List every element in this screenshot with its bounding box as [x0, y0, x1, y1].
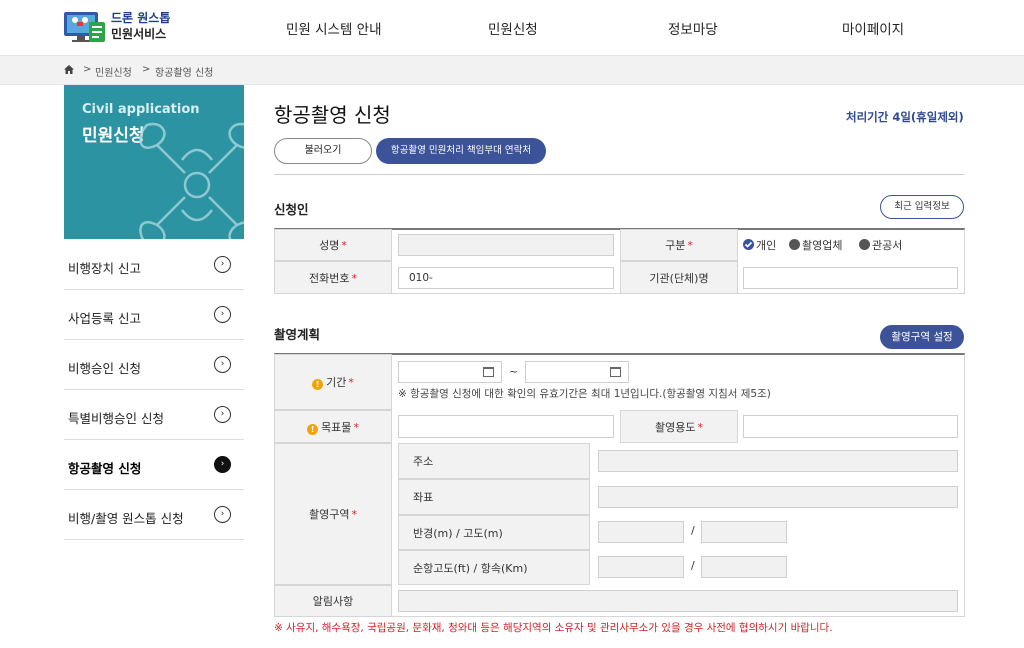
cruise-altitude-field[interactable]: [598, 556, 684, 578]
sidebar-item-special-flight[interactable]: 특별비행승인 신청 ›: [64, 390, 244, 440]
name-field[interactable]: [398, 234, 614, 256]
section-title-plan: 촬영계획: [274, 327, 321, 342]
header: 드론 원스톱 민원서비스 민원 시스템 안내 민원신청 정보마당 마이페이지: [0, 0, 1024, 56]
calendar-icon[interactable]: [610, 367, 621, 377]
end-date-field[interactable]: [525, 361, 629, 383]
arrow-circle-icon: ›: [214, 506, 231, 523]
arrow-circle-icon: ›: [214, 456, 231, 473]
radio-individual[interactable]: 개인: [743, 237, 776, 253]
sidebar-item-device-report[interactable]: 비행장치 신고 ›: [64, 240, 244, 290]
notice-field[interactable]: [398, 590, 958, 612]
load-button[interactable]: 불러오기: [274, 138, 372, 164]
coord-label: 좌표: [398, 479, 590, 515]
radio-icon: [859, 239, 870, 250]
drone-outline-icon: [139, 122, 244, 239]
recent-info-button[interactable]: 최근 입력정보: [880, 195, 964, 219]
sidebar-item-label: 비행장치 신고: [68, 261, 141, 276]
breadcrumb: > 민원신청 > 항공촬영 신청: [0, 56, 1024, 85]
sidebar-item-aerial-photo[interactable]: 항공촬영 신청 ›: [64, 440, 244, 490]
processing-period: 처리기간 4일(휴일제외): [846, 110, 964, 124]
arrow-circle-icon: ›: [214, 356, 231, 373]
sidebar-item-label: 비행/촬영 원스톱 신청: [68, 511, 184, 526]
nav-mypage[interactable]: 마이페이지: [842, 18, 904, 38]
radio-icon: [789, 239, 800, 250]
contact-button[interactable]: 항공촬영 민원처리 책임부대 연락처: [376, 138, 546, 164]
drone-monitor-icon: [63, 8, 107, 44]
section-title-applicant: 신청인: [274, 202, 309, 217]
cruise-speed-label: 순항고도(ft) / 항속(Km): [398, 550, 590, 585]
logo-subtitle: 민원서비스: [111, 27, 167, 41]
separator: /: [691, 524, 695, 537]
phone-label: 전화번호 *: [274, 261, 392, 294]
phone-field[interactable]: 010-: [398, 267, 614, 289]
address-field[interactable]: [598, 450, 958, 472]
org-field[interactable]: [743, 267, 958, 289]
warning-icon: !: [312, 379, 324, 390]
arrow-circle-icon: ›: [214, 406, 231, 423]
sidebar-item-label: 항공촬영 신청: [68, 461, 142, 476]
separator: /: [691, 559, 695, 572]
chevron-right-icon: >: [83, 64, 92, 75]
nav-application[interactable]: 민원신청: [488, 18, 538, 38]
period-note: ※ 항공촬영 신청에 대한 확인의 유효기간은 최대 1년입니다.(항공촬영 지…: [398, 388, 771, 400]
calendar-icon[interactable]: [483, 367, 494, 377]
sidebar-item-business-register[interactable]: 사업등록 신고 ›: [64, 290, 244, 340]
arrow-circle-icon: ›: [214, 306, 231, 323]
nav-system-guide[interactable]: 민원 시스템 안내: [286, 18, 382, 38]
purpose-label: 촬영용도 *: [620, 410, 738, 443]
name-label: 성명 *: [274, 229, 392, 261]
sidebar-item-label: 특별비행승인 신청: [68, 411, 164, 426]
divider: [274, 174, 964, 175]
logo-title: 드론 원스톱: [111, 11, 171, 25]
nav-info[interactable]: 정보마당: [668, 18, 718, 38]
period-label: ! 기간 *: [274, 354, 392, 410]
radius-field[interactable]: [598, 521, 684, 543]
chevron-right-icon: >: [142, 64, 151, 75]
sidebar-item-label: 사업등록 신고: [68, 311, 141, 326]
check-circle-icon: [743, 239, 754, 250]
radio-company[interactable]: 촬영업체: [789, 237, 842, 253]
set-area-button[interactable]: 촬영구역 설정: [880, 325, 964, 349]
breadcrumb-item[interactable]: 민원신청: [95, 64, 132, 79]
area-label: 촬영구역 *: [274, 443, 392, 585]
radius-altitude-label: 반경(m) / 고도(m): [398, 515, 590, 550]
date-range-separator: ~: [509, 365, 519, 378]
altitude-field[interactable]: [701, 521, 787, 543]
purpose-field[interactable]: [743, 415, 958, 438]
notice-label: 알림사항: [274, 585, 392, 617]
start-date-field[interactable]: [398, 361, 502, 383]
address-label: 주소: [398, 443, 590, 479]
sidebar-item-label: 비행승인 신청: [68, 361, 141, 376]
warning-icon: !: [307, 424, 319, 435]
coord-field[interactable]: [598, 486, 958, 508]
target-field[interactable]: [398, 415, 614, 438]
page-title: 항공촬영 신청: [274, 103, 391, 127]
logo[interactable]: 드론 원스톱 민원서비스: [63, 7, 173, 45]
type-label: 구분 *: [620, 229, 738, 261]
org-label: 기관(단체)명: [620, 261, 738, 294]
footer-note: ※ 사유지, 해수욕장, 국립공원, 문화재, 청와대 등은 해당지역의 소유자…: [274, 622, 833, 634]
radio-government[interactable]: 관공서: [859, 237, 902, 253]
speed-field[interactable]: [701, 556, 787, 578]
target-label: ! 목표물 *: [274, 410, 392, 443]
breadcrumb-current: 항공촬영 신청: [155, 68, 214, 79]
sidebar-item-flight-approval[interactable]: 비행승인 신청 ›: [64, 340, 244, 390]
sidebar-item-onestop[interactable]: 비행/촬영 원스톱 신청 ›: [64, 490, 244, 540]
home-icon[interactable]: [64, 65, 74, 74]
arrow-circle-icon: ›: [214, 256, 231, 273]
sidebar-banner: Civil application 민원신청: [64, 85, 244, 239]
